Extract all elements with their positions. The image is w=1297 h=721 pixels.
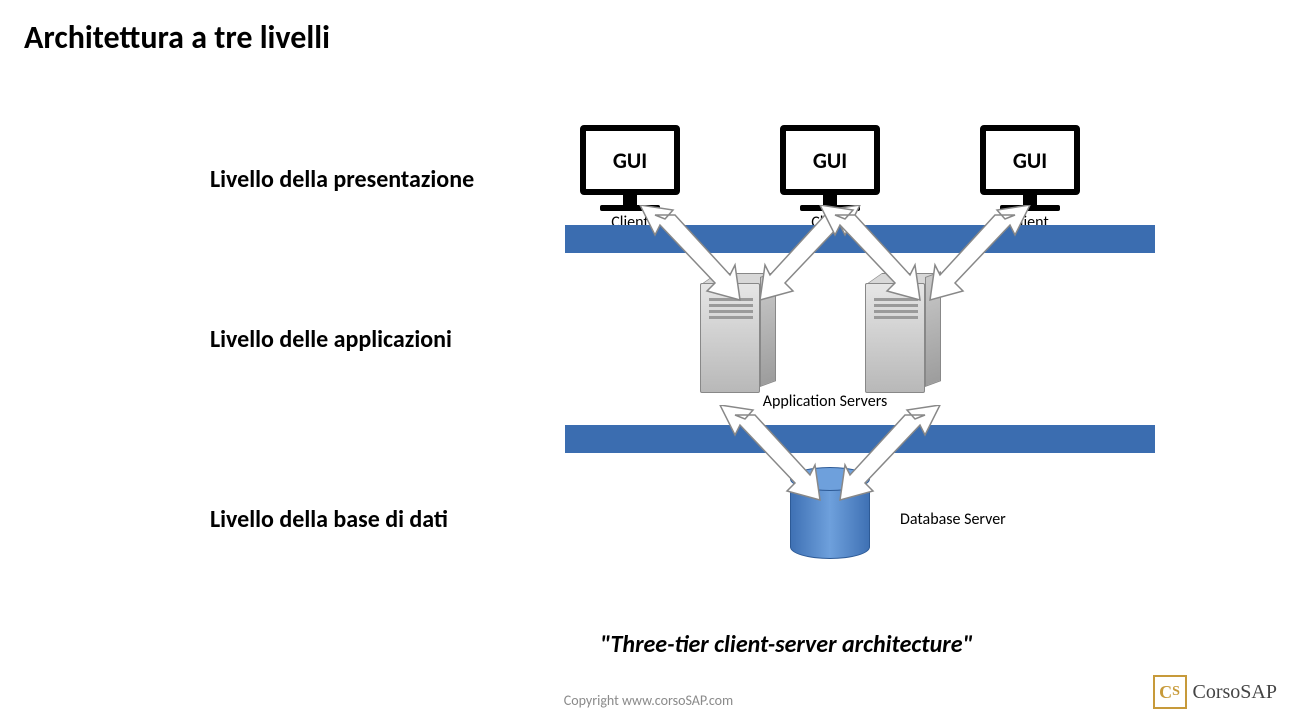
- logo-mark-icon: CS: [1153, 675, 1187, 709]
- double-arrow-icon: [835, 405, 945, 505]
- logo: CS CorsoSAP: [1153, 675, 1277, 709]
- double-arrow-icon: [925, 205, 1035, 305]
- monitor-icon: GUI: [980, 125, 1080, 195]
- tier-label-database: Livello della base di dati: [210, 505, 448, 534]
- monitor-stand-icon: [823, 195, 837, 205]
- double-arrow-icon: [815, 205, 925, 305]
- double-arrow-icon: [635, 205, 745, 305]
- diagram: GUI Client GUI Client GUI Client Applica…: [565, 125, 1155, 595]
- gui-label: GUI: [1013, 147, 1047, 174]
- monitor-icon: GUI: [780, 125, 880, 195]
- logo-text: CorsoSAP: [1193, 681, 1277, 704]
- tier-label-presentation: Livello della presentazione: [210, 165, 474, 194]
- monitor-icon: GUI: [580, 125, 680, 195]
- copyright-text: Copyright www.corsoSAP.com: [564, 692, 733, 709]
- tier-label-application: Livello delle applicazioni: [210, 325, 452, 354]
- slide-title: Architettura a tre livelli: [24, 18, 330, 57]
- monitor-stand-icon: [623, 195, 637, 205]
- gui-label: GUI: [813, 147, 847, 174]
- database-label: Database Server: [900, 510, 1006, 529]
- double-arrow-icon: [715, 405, 825, 505]
- gui-label: GUI: [613, 147, 647, 174]
- monitor-stand-icon: [1023, 195, 1037, 205]
- english-caption: "Three-tier client-server architecture": [600, 630, 973, 659]
